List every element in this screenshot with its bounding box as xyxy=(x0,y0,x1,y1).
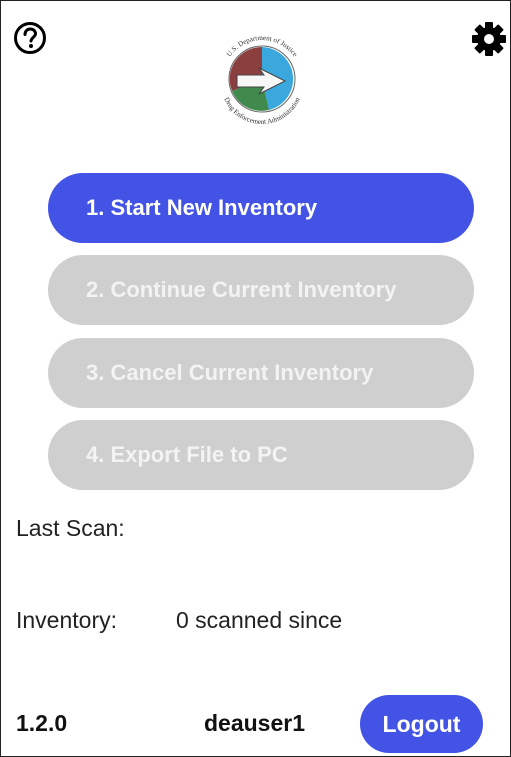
dea-seal-logo: U.S. Department of Justice Drug Enforcem… xyxy=(212,29,312,129)
start-new-inventory-button[interactable]: 1. Start New Inventory xyxy=(48,173,474,243)
continue-current-inventory-button: 2. Continue Current Inventory xyxy=(48,255,474,325)
last-scan-label: Last Scan: xyxy=(16,515,125,541)
username: deauser1 xyxy=(204,710,306,736)
cancel-current-inventory-button: 3. Cancel Current Inventory xyxy=(48,338,474,408)
app-version: 1.2.0 xyxy=(16,710,68,736)
inventory-value: 0 scanned since xyxy=(176,607,343,633)
export-file-button: 4. Export File to PC xyxy=(48,420,474,490)
inventory-label: Inventory: xyxy=(16,607,117,633)
settings-gear-icon[interactable] xyxy=(471,21,507,57)
app-screen: U.S. Department of Justice Drug Enforcem… xyxy=(0,0,511,757)
logout-button[interactable]: Logout xyxy=(360,695,483,753)
help-icon[interactable] xyxy=(13,21,47,55)
